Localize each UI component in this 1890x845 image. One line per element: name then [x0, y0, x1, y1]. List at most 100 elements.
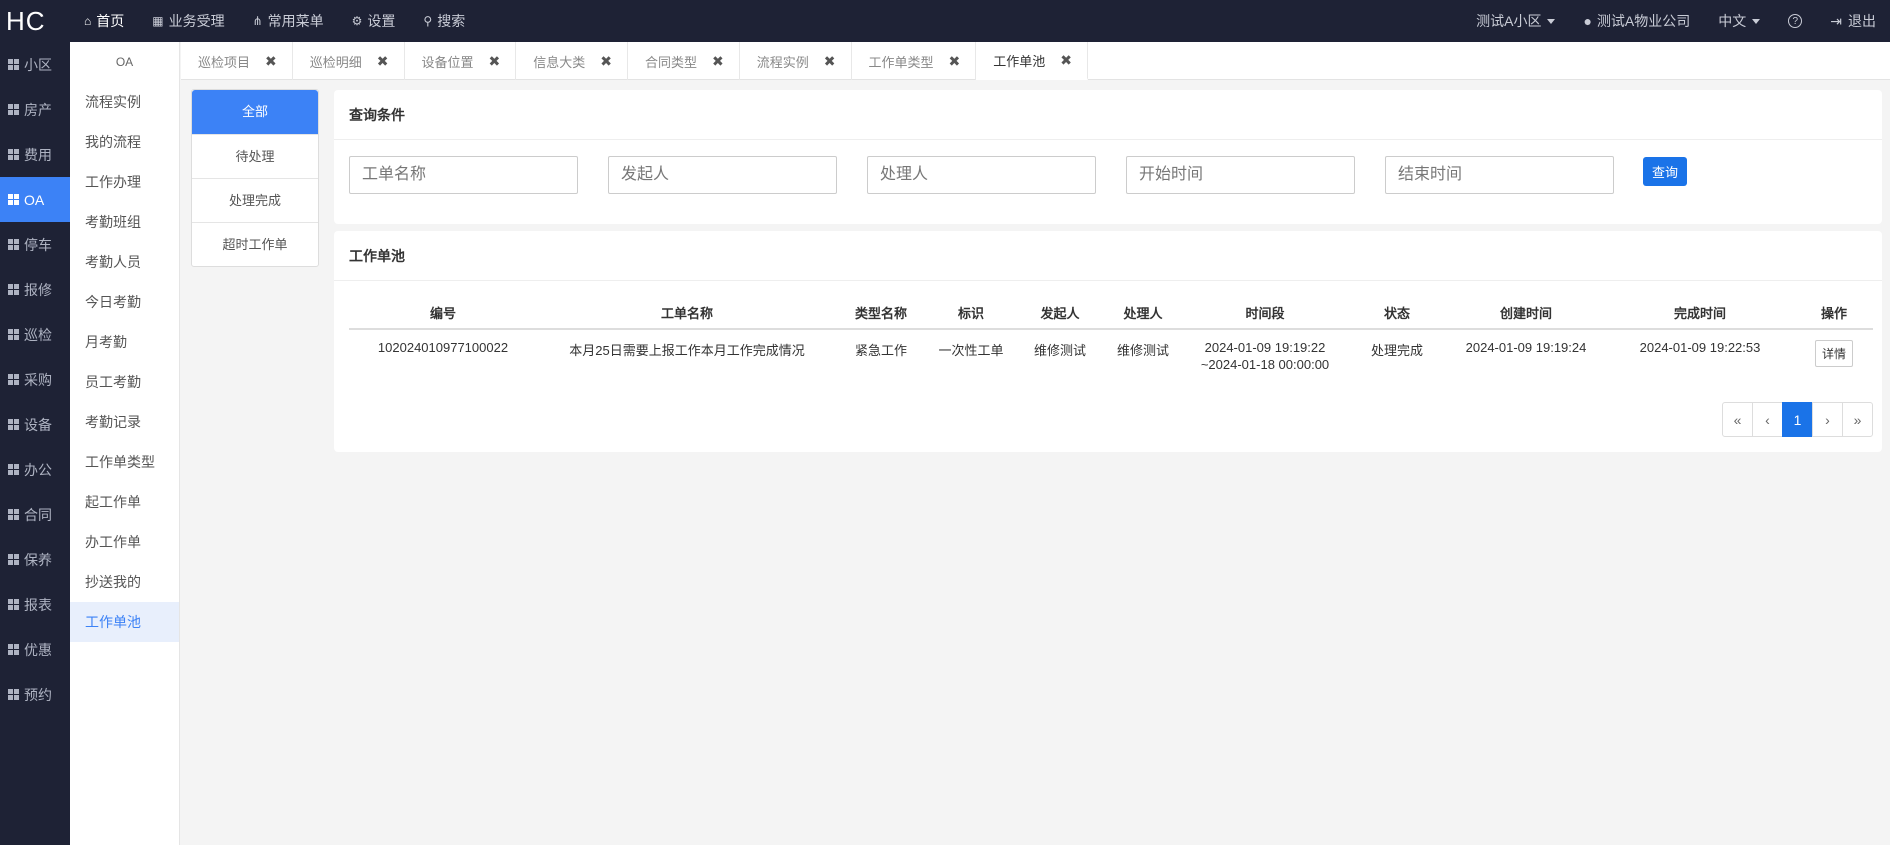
tab-contract-type[interactable]: 合同类型 ✖	[628, 42, 740, 80]
status-pending[interactable]: 待处理	[192, 134, 318, 178]
subnav-item-workorder-type[interactable]: 工作单类型	[70, 442, 179, 482]
company-menu[interactable]: ● 测试A物业公司	[1569, 0, 1704, 42]
subnav-item-workorder-pool[interactable]: 工作单池	[70, 602, 179, 642]
detail-button[interactable]: 详情	[1814, 340, 1853, 367]
period-end: ~2024-01-18 00:00:00	[1200, 357, 1330, 372]
status-filter: 全部 待处理 处理完成 超时工作单	[191, 89, 319, 267]
leftnav-item-discounts[interactable]: 优惠	[0, 627, 70, 672]
leftnav-label: 巡检	[24, 326, 52, 343]
subnav-item-attendance-group[interactable]: 考勤班组	[70, 202, 179, 242]
subnav-item-cc-me[interactable]: 抄送我的	[70, 562, 179, 602]
leftnav-item-contract[interactable]: 合同	[0, 492, 70, 537]
leftnav-item-equipment[interactable]: 设备	[0, 402, 70, 447]
leftnav-item-purchase[interactable]: 采购	[0, 357, 70, 402]
leftnav-label: 保养	[24, 551, 52, 568]
start-time-input[interactable]	[1126, 156, 1355, 194]
top-nav: ⌂ 首页 ▦ 业务受理 ⋔ 常用菜单 ⚙ 设置 ⚲ 搜索	[70, 0, 479, 42]
language-dropdown[interactable]: 中文	[1704, 0, 1774, 42]
tab-label: 流程实例	[756, 54, 809, 70]
subnav-item-my-process[interactable]: 我的流程	[70, 122, 179, 162]
status-overdue[interactable]: 超时工作单	[192, 222, 318, 266]
nav-common-menu-label: 常用菜单	[267, 13, 324, 29]
tab-equipment-location[interactable]: 设备位置 ✖	[405, 42, 517, 80]
nav-business-label: 业务受理	[168, 13, 225, 29]
tab-info-category[interactable]: 信息大类 ✖	[516, 42, 628, 80]
grid-icon	[8, 464, 19, 475]
workorder-name-input[interactable]	[349, 156, 578, 194]
column-header: 操作	[1795, 297, 1873, 330]
subnav-item-staff-attendance[interactable]: 员工考勤	[70, 362, 179, 402]
tab-bar: 巡检项目 ✖ 巡检明细 ✖ 设备位置 ✖ 信息大类 ✖ 合同类型 ✖ 流程实例 ✖ 工作单类…	[181, 42, 1890, 80]
cell-status: 处理完成	[1370, 343, 1423, 358]
tab-label: 巡检项目	[198, 54, 251, 70]
help-button[interactable]: ?	[1774, 0, 1816, 42]
nav-business[interactable]: ▦ 业务受理	[138, 0, 238, 42]
column-header: 完成时间	[1605, 297, 1795, 330]
close-icon[interactable]: ✖	[712, 53, 724, 70]
column-header: 状态	[1347, 297, 1447, 330]
close-icon[interactable]: ✖	[824, 53, 836, 70]
nav-home[interactable]: ⌂ 首页	[70, 0, 138, 42]
prev-page-button[interactable]: ‹	[1752, 402, 1783, 437]
subnav-item-attendance-records[interactable]: 考勤记录	[70, 402, 179, 442]
leftnav-item-maintenance[interactable]: 保养	[0, 537, 70, 582]
subnav-item-create-workorder[interactable]: 起工作单	[70, 482, 179, 522]
subnav-item-process-instance[interactable]: 流程实例	[70, 82, 179, 122]
subnav-item-today-attendance[interactable]: 今日考勤	[70, 282, 179, 322]
end-time-input[interactable]	[1385, 156, 1614, 194]
close-icon[interactable]: ✖	[600, 53, 612, 70]
subnav-title: OA	[115, 55, 134, 69]
query-button[interactable]: 查询	[1643, 157, 1687, 186]
close-icon[interactable]: ✖	[489, 53, 501, 70]
status-all[interactable]: 全部	[192, 90, 318, 134]
leftnav-item-reports[interactable]: 报表	[0, 582, 70, 627]
last-page-button[interactable]: »	[1842, 402, 1873, 437]
column-header: 类型名称	[837, 297, 925, 330]
cell-type: 紧急工作	[854, 343, 907, 358]
close-icon[interactable]: ✖	[1060, 52, 1072, 69]
tab-label: 工作单池	[993, 53, 1046, 69]
left-nav: 小区 房产 费用 OA 停车 报修 巡检 采购 设备 办公 合同 保养 报表 优…	[0, 42, 70, 845]
query-fields	[349, 156, 1644, 194]
leftnav-item-inspection[interactable]: 巡检	[0, 312, 70, 357]
nav-search[interactable]: ⚲ 搜索	[409, 0, 479, 42]
leftnav-item-community[interactable]: 小区	[0, 42, 70, 87]
nav-common-menu[interactable]: ⋔ 常用菜单	[239, 0, 338, 42]
first-page-button[interactable]: «	[1722, 402, 1753, 437]
subnav-item-monthly-attendance[interactable]: 月考勤	[70, 322, 179, 362]
handler-input[interactable]	[867, 156, 1096, 194]
next-page-button[interactable]: ›	[1812, 402, 1843, 437]
tab-label: 巡检明细	[309, 54, 362, 70]
nav-settings[interactable]: ⚙ 设置	[338, 0, 410, 42]
leftnav-item-parking[interactable]: 停车	[0, 222, 70, 267]
cell-action: 详情	[1795, 329, 1873, 383]
close-icon[interactable]: ✖	[949, 53, 961, 70]
community-dropdown[interactable]: 测试A小区	[1462, 0, 1569, 42]
close-icon[interactable]: ✖	[377, 53, 389, 70]
cell-id: 102024010977100022	[377, 340, 509, 355]
grid-icon	[8, 329, 19, 340]
logout-label: 退出	[1848, 13, 1876, 29]
subnav-item-work-handling[interactable]: 工作办理	[70, 162, 179, 202]
leftnav-item-booking[interactable]: 预约	[0, 672, 70, 717]
close-icon[interactable]: ✖	[265, 53, 277, 70]
grid-icon	[8, 59, 19, 70]
status-completed[interactable]: 处理完成	[192, 178, 318, 222]
leftnav-label: 停车	[24, 236, 52, 253]
tab-process-instance[interactable]: 流程实例 ✖	[740, 42, 852, 80]
leftnav-item-repair[interactable]: 报修	[0, 267, 70, 312]
column-header: 标识	[925, 297, 1017, 330]
leftnav-item-fees[interactable]: 费用	[0, 132, 70, 177]
subnav-item-attendance-staff[interactable]: 考勤人员	[70, 242, 179, 282]
page-1-button[interactable]: 1	[1782, 402, 1813, 437]
tab-workorder-pool[interactable]: 工作单池 ✖	[976, 42, 1088, 80]
leftnav-item-office[interactable]: 办公	[0, 447, 70, 492]
leftnav-item-property[interactable]: 房产	[0, 87, 70, 132]
logout-button[interactable]: ⇥ 退出	[1816, 0, 1890, 42]
tab-inspection-detail[interactable]: 巡检明细 ✖	[293, 42, 405, 80]
tab-inspection-item[interactable]: 巡检项目 ✖	[181, 42, 293, 80]
creator-input[interactable]	[608, 156, 837, 194]
leftnav-item-oa[interactable]: OA	[0, 177, 70, 222]
subnav-item-handle-workorder[interactable]: 办工作单	[70, 522, 179, 562]
tab-workorder-type[interactable]: 工作单类型 ✖	[852, 42, 977, 80]
